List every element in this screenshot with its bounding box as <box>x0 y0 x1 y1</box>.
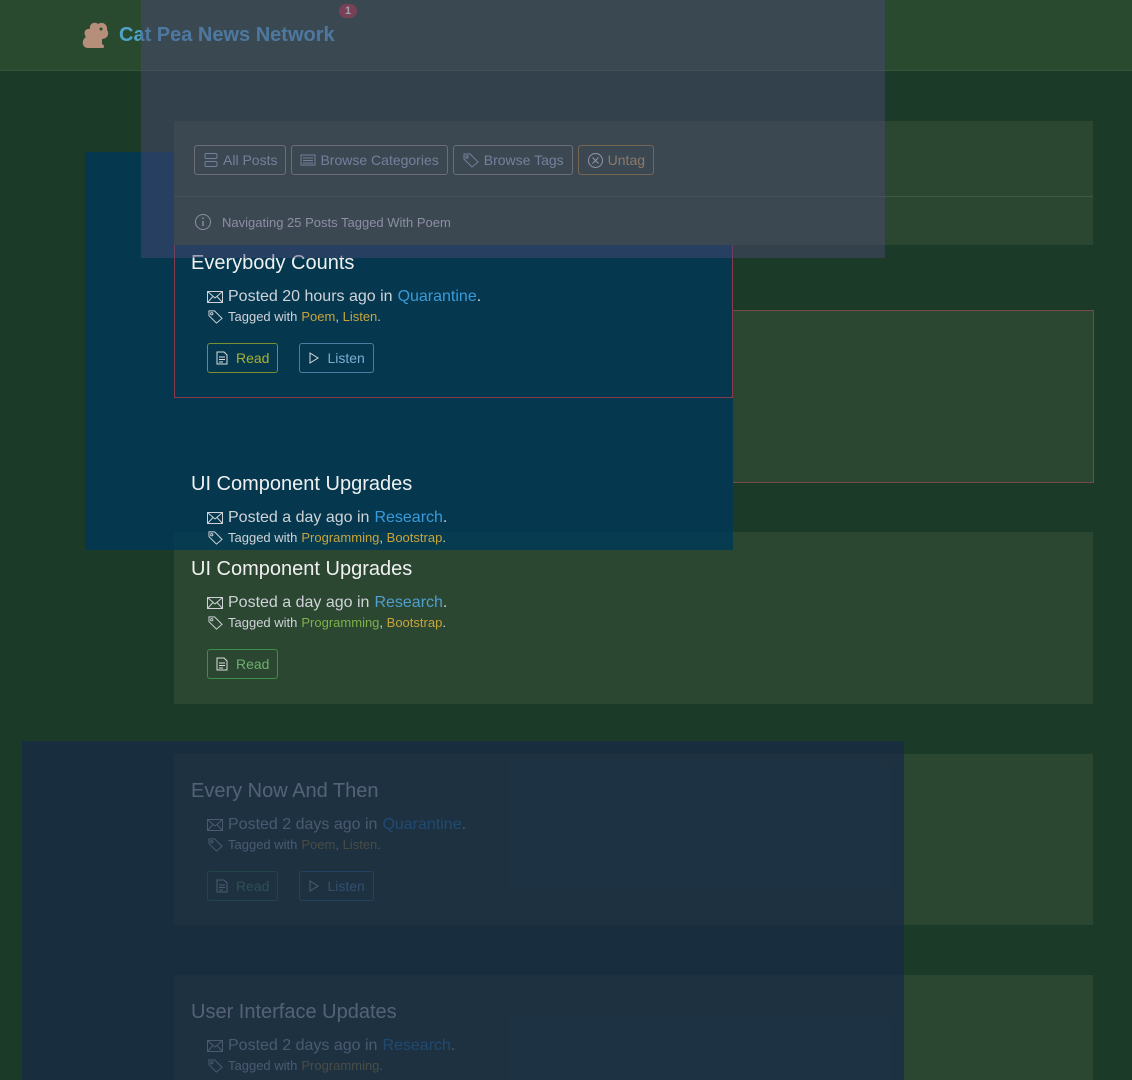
read-button[interactable]: Read <box>207 871 279 901</box>
category-link[interactable]: Research <box>374 509 442 526</box>
tagged-with-label: Tagged with <box>228 1058 298 1073</box>
untag-label: Untag <box>607 152 646 168</box>
play-icon <box>308 352 320 364</box>
info-icon <box>194 213 212 231</box>
tag-link[interactable]: Poem <box>301 309 335 324</box>
read-button[interactable]: Read <box>207 649 279 679</box>
listen-button[interactable]: Listen <box>299 343 374 373</box>
navbar: Cat Pea News Network 1 <box>0 0 1132 71</box>
tagged-with-label: Tagged with <box>228 837 298 852</box>
post-meta: Posted 2 days ago in Quarantine. <box>207 816 466 834</box>
document-icon <box>216 351 228 365</box>
post-date: Posted a day ago in <box>228 594 370 611</box>
envelope-icon <box>207 1040 223 1052</box>
post-item: Everybody Counts Posted 20 hours ago in … <box>191 252 481 373</box>
listen-label: Listen <box>327 350 365 366</box>
all-posts-label: All Posts <box>223 152 278 168</box>
list-icon <box>203 152 219 168</box>
tagged-with-label: Tagged with <box>228 309 298 324</box>
envelope-icon <box>207 291 223 303</box>
tag-icon <box>207 309 224 324</box>
post-date: Posted a day ago in <box>228 509 370 526</box>
read-button[interactable]: Read <box>207 343 279 373</box>
read-label: Read <box>236 878 270 894</box>
tag-link[interactable]: Poem <box>301 837 335 852</box>
tag-link[interactable]: Programming <box>301 1058 379 1073</box>
tag-link[interactable]: Bootstrap <box>387 530 443 545</box>
post-title[interactable]: User Interface Updates <box>191 1001 455 1024</box>
brand-link[interactable]: Cat Pea News Network <box>80 20 335 50</box>
document-icon <box>216 657 228 671</box>
document-icon <box>216 879 228 893</box>
tag-link[interactable]: Programming <box>301 615 379 630</box>
untag-button[interactable]: Untag <box>577 145 655 175</box>
post-item: UI Component Upgrades Posted a day ago i… <box>191 558 447 679</box>
post-meta: Posted 20 hours ago in Quarantine. <box>207 288 481 306</box>
tag-link[interactable]: Listen <box>343 309 378 324</box>
browse-categories-label: Browse Categories <box>320 152 439 168</box>
post-item: User Interface Updates Posted 2 days ago… <box>191 1001 455 1073</box>
post-tags: Tagged with Programming. <box>207 1058 455 1073</box>
categories-icon <box>300 152 316 168</box>
post-meta: Posted a day ago in Research. <box>207 509 447 527</box>
post-date: Posted 2 days ago in <box>228 816 378 833</box>
listen-button[interactable]: Listen <box>299 871 374 901</box>
post-actions: Read Listen <box>207 871 466 901</box>
tag-icon <box>462 152 480 168</box>
browse-tags-label: Browse Tags <box>483 152 564 168</box>
browse-categories-button[interactable]: Browse Categories <box>291 145 448 175</box>
post-tags: Tagged with Poem, Listen. <box>207 837 466 852</box>
post-title[interactable]: UI Component Upgrades <box>191 558 447 581</box>
brand-name[interactable]: Cat Pea News Network <box>119 24 335 47</box>
navigation-info-text: Navigating 25 Posts Tagged With Poem <box>222 214 451 230</box>
post-title[interactable]: UI Component Upgrades <box>191 473 447 496</box>
close-circle-icon <box>587 152 604 169</box>
tagged-with-label: Tagged with <box>228 530 298 545</box>
post-date: Posted 2 days ago in <box>228 1037 378 1054</box>
category-link[interactable]: Quarantine <box>382 816 461 833</box>
category-link[interactable]: Research <box>374 594 442 611</box>
post-actions: Read <box>207 649 447 679</box>
notification-badge: 1 <box>339 4 358 18</box>
post-tags: Tagged with Poem, Listen. <box>207 309 481 324</box>
envelope-icon <box>207 819 223 831</box>
toolbar-divider <box>174 196 1093 197</box>
post-tags: Tagged with Programming, Bootstrap. <box>207 530 447 545</box>
squirrel-icon <box>80 20 111 50</box>
tagged-with-label: Tagged with <box>228 615 298 630</box>
navigation-toolbar-card: All Posts Browse Categories Browse Tags … <box>174 121 1093 245</box>
all-posts-button[interactable]: All Posts <box>194 145 287 175</box>
post-title[interactable]: Every Now And Then <box>191 780 466 803</box>
tag-link[interactable]: Listen <box>343 837 378 852</box>
tag-icon <box>207 837 224 852</box>
listen-label: Listen <box>327 878 365 894</box>
tag-icon <box>207 615 224 630</box>
post-item: Every Now And Then Posted 2 days ago in … <box>191 780 466 901</box>
post-meta: Posted a day ago in Research. <box>207 594 447 612</box>
post-meta: Posted 2 days ago in Research. <box>207 1037 455 1055</box>
tag-icon <box>207 530 224 545</box>
post-actions: Read Listen <box>207 343 481 373</box>
play-icon <box>308 880 320 892</box>
category-link[interactable]: Research <box>382 1037 450 1054</box>
tag-link[interactable]: Programming <box>301 530 379 545</box>
browse-tags-button[interactable]: Browse Tags <box>452 145 573 175</box>
navigation-info: Navigating 25 Posts Tagged With Poem <box>194 213 451 231</box>
read-label: Read <box>236 350 270 366</box>
toolbar-buttons: All Posts Browse Categories Browse Tags … <box>194 145 655 175</box>
read-label: Read <box>236 656 270 672</box>
post-item: UI Component Upgrades Posted a day ago i… <box>191 473 447 545</box>
tag-icon <box>207 1058 224 1073</box>
envelope-icon <box>207 597 223 609</box>
category-link[interactable]: Quarantine <box>398 288 477 305</box>
post-card-fragment <box>733 310 1094 483</box>
tag-link[interactable]: Bootstrap <box>387 615 443 630</box>
post-tags: Tagged with Programming, Bootstrap. <box>207 615 447 630</box>
envelope-icon <box>207 512 223 524</box>
post-title[interactable]: Everybody Counts <box>191 252 481 275</box>
post-date: Posted 20 hours ago in <box>228 288 393 305</box>
